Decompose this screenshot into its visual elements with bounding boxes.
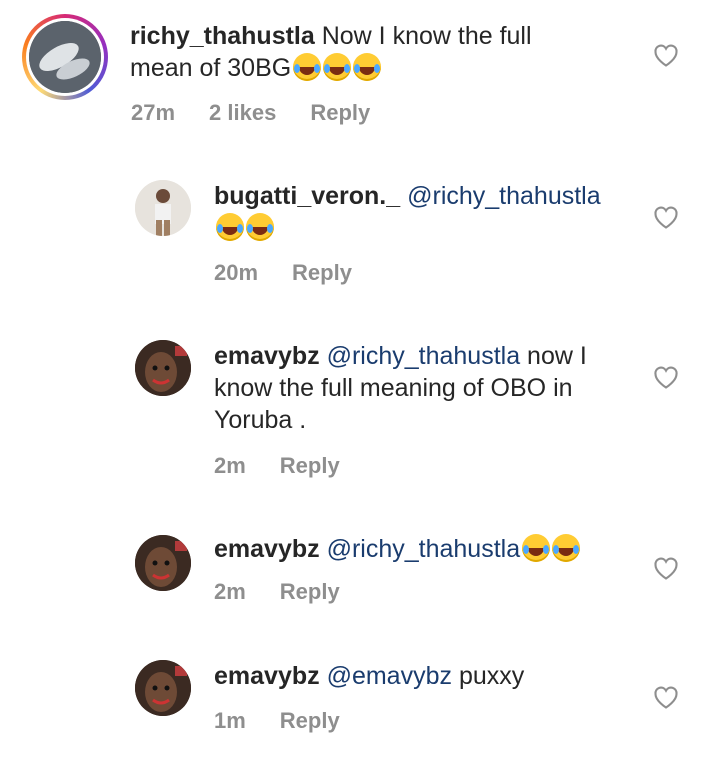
reply-button[interactable]: Reply (310, 100, 370, 125)
comment-text: emavybz @richy_thahustla (214, 533, 644, 565)
comment-meta: 27m 2 likes Reply (131, 100, 404, 126)
story-ring[interactable] (22, 14, 108, 100)
laughing-emoji-icon (216, 213, 244, 241)
mention-link[interactable]: @emavybz (327, 662, 452, 690)
comment-text: emavybz @emavybz puxxy (214, 660, 644, 692)
laughing-emoji-icon (246, 213, 274, 241)
comment-time: 27m (131, 100, 176, 125)
laughing-emoji-icon (552, 534, 581, 562)
avatar[interactable] (135, 340, 191, 396)
reply-button[interactable]: Reply (280, 579, 340, 604)
laughing-emoji-icon (323, 53, 352, 81)
reply-button[interactable]: Reply (280, 453, 340, 478)
heart-icon[interactable] (652, 364, 680, 390)
comment-body: puxxy (452, 662, 525, 690)
reply-item: bugatti_veron._ @richy_thahustla 20m Repl… (0, 170, 720, 300)
comment-meta: 20m Reply (214, 260, 386, 286)
laughing-emoji-icon (353, 53, 382, 81)
laughing-emoji-icon (293, 53, 322, 81)
avatar[interactable] (135, 180, 191, 236)
likes-count[interactable]: 2 likes (209, 100, 276, 125)
comment-text: richy_thahustla Now I know the full mean… (130, 20, 590, 84)
comment-text: emavybz @richy_thahustla now I know the … (214, 340, 624, 436)
mention-link[interactable]: @richy_thahustla (407, 182, 601, 210)
comment-text: bugatti_veron._ @richy_thahustla (214, 180, 634, 244)
comment-meta: 1m Reply (214, 708, 374, 734)
comment-time: 20m (214, 260, 259, 285)
mention-link[interactable]: @richy_thahustla (327, 535, 521, 563)
comment-time: 2m (214, 579, 246, 604)
heart-icon[interactable] (652, 204, 680, 230)
avatar[interactable] (135, 660, 191, 716)
laughing-emoji-icon (522, 534, 551, 562)
username[interactable]: bugatti_veron._ (214, 182, 400, 210)
mention-link[interactable]: @richy_thahustla (327, 342, 521, 370)
heart-icon[interactable] (652, 555, 680, 581)
avatar[interactable] (135, 535, 191, 591)
reply-button[interactable]: Reply (280, 708, 340, 733)
username[interactable]: emavybz (214, 662, 320, 690)
reply-item: emavybz @richy_thahustla 2m Reply (0, 525, 720, 635)
avatar[interactable] (29, 21, 101, 93)
comment-time: 1m (214, 708, 246, 733)
comment-meta: 2m Reply (214, 453, 374, 479)
comment-meta: 2m Reply (214, 579, 374, 605)
reply-button[interactable]: Reply (292, 260, 352, 285)
heart-icon[interactable] (652, 684, 680, 710)
reply-item: emavybz @emavybz puxxy 1m Reply (0, 650, 720, 765)
username[interactable]: richy_thahustla (130, 22, 315, 50)
reply-item: emavybz @richy_thahustla now I know the … (0, 330, 720, 500)
comment-item: richy_thahustla Now I know the full mean… (0, 0, 720, 140)
comment-time: 2m (214, 453, 246, 478)
username[interactable]: emavybz (214, 535, 320, 563)
username[interactable]: emavybz (214, 342, 320, 370)
heart-icon[interactable] (652, 42, 680, 68)
